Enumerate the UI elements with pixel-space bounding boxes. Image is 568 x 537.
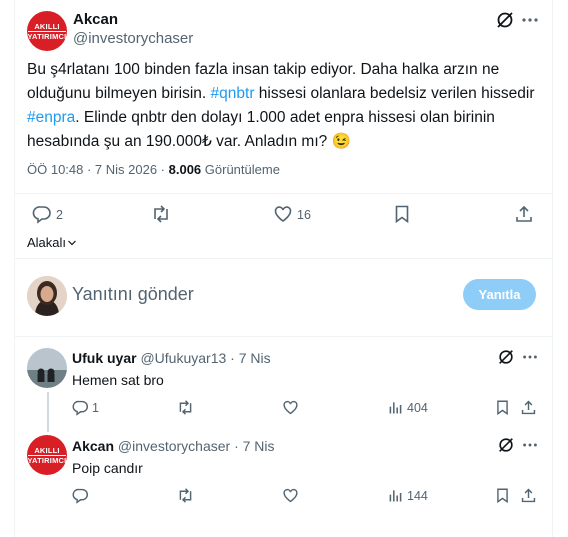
chevron-down-icon	[67, 236, 77, 251]
hashtag-link[interactable]: #enpra	[27, 109, 75, 126]
like-icon[interactable]	[273, 204, 293, 224]
grok-icon[interactable]	[497, 436, 515, 454]
reply-input[interactable]: Yanıtını gönder	[72, 284, 194, 305]
reply-author-name[interactable]: Ufuk uyar	[72, 350, 137, 366]
more-icon[interactable]	[521, 436, 539, 454]
avatar-logo-text: AKILLI	[34, 445, 60, 455]
reply-avatar[interactable]: AKILLI YATIRIMCI	[27, 435, 67, 475]
author-name[interactable]: Akcan	[73, 11, 118, 28]
avatar-logo-text: AKILLI	[34, 21, 60, 31]
views-label: Görüntüleme	[201, 162, 280, 177]
views-count: 8.006	[168, 162, 202, 177]
reply-count: 1	[92, 401, 99, 415]
share-icon[interactable]	[520, 487, 537, 504]
views-icon[interactable]	[387, 399, 404, 416]
post-text-span: hissesi olanlara bedelsiz verilen hissed…	[254, 85, 535, 102]
share-icon[interactable]	[520, 399, 537, 416]
more-icon[interactable]	[520, 10, 540, 30]
post-line: hesabında şu an 190.000₺ var. Anladın mı…	[27, 133, 351, 150]
retweet-icon[interactable]	[150, 204, 172, 224]
post-line: olduğunu bilmeyen birisin. #qnbtr hisses…	[27, 82, 547, 106]
avatar-logo-text-2: YATIRIMCI	[27, 454, 67, 465]
reply-count: 2	[56, 208, 63, 222]
views-count: 144	[407, 489, 428, 503]
reply-header: Akcan @investorychaser · 7 Nis	[72, 438, 275, 454]
views-icon[interactable]	[387, 487, 404, 504]
reply-icon[interactable]	[72, 399, 89, 416]
post-line: Bu ş4rlatanı 100 binden fazla insan taki…	[27, 61, 500, 78]
share-icon[interactable]	[514, 204, 534, 224]
bookmark-icon[interactable]	[393, 204, 411, 224]
author-handle[interactable]: @investorychaser	[73, 30, 193, 47]
like-count: 16	[297, 208, 311, 222]
user-avatar[interactable]	[27, 276, 67, 316]
reply-author-handle[interactable]: @Ufukuyar13	[140, 350, 226, 366]
reply-avatar[interactable]	[27, 348, 67, 388]
divider	[14, 336, 553, 337]
reply-text: Hemen sat bro	[72, 372, 164, 388]
views-count: 404	[407, 401, 428, 415]
reply-button[interactable]: Yanıtla	[463, 279, 536, 310]
hashtag-link[interactable]: #qnbtr	[211, 85, 255, 102]
reply-date[interactable]: · 7 Nis	[234, 438, 274, 454]
reply-date[interactable]: · 7 Nis	[230, 350, 270, 366]
reply-author-name[interactable]: Akcan	[72, 438, 114, 454]
author-avatar[interactable]: AKILLI YATIRIMCI	[27, 11, 67, 51]
reply-icon[interactable]	[32, 204, 52, 224]
grok-icon[interactable]	[497, 348, 515, 366]
more-icon[interactable]	[521, 348, 539, 366]
retweet-icon[interactable]	[176, 399, 195, 416]
reply-text: Poip candır	[72, 460, 143, 476]
post-text-span: . Elinde qnbtr den dolayı 1.000 adet enp…	[75, 109, 495, 126]
avatar-logo-text-2: YATIRIMCI	[27, 30, 67, 41]
like-icon[interactable]	[282, 487, 299, 504]
post-text: Bu ş4rlatanı 100 binden fazla insan taki…	[27, 58, 547, 154]
relevance-label: Alakalı	[27, 235, 67, 250]
like-icon[interactable]	[282, 399, 299, 416]
retweet-icon[interactable]	[176, 487, 195, 504]
relevance-dropdown[interactable]: Alakalı	[27, 235, 77, 251]
reply-author-handle[interactable]: @investorychaser	[118, 438, 230, 454]
divider	[14, 258, 553, 259]
reply-icon[interactable]	[72, 487, 89, 504]
divider	[14, 193, 553, 194]
bookmark-icon[interactable]	[495, 487, 510, 504]
thread-line	[47, 392, 49, 432]
post-time[interactable]: ÖÖ 10:48 · 7 Nis 2026 ·	[27, 162, 169, 177]
reply-header: Ufuk uyar @Ufukuyar13 · 7 Nis	[72, 350, 271, 366]
post-line: #enpra. Elinde qnbtr den dolayı 1.000 ad…	[27, 106, 547, 130]
post-meta: ÖÖ 10:48 · 7 Nis 2026 · 8.006 Görüntülem…	[27, 162, 280, 177]
bookmark-icon[interactable]	[495, 399, 510, 416]
post-text-span: olduğunu bilmeyen birisin.	[27, 85, 211, 102]
grok-icon[interactable]	[495, 10, 515, 30]
